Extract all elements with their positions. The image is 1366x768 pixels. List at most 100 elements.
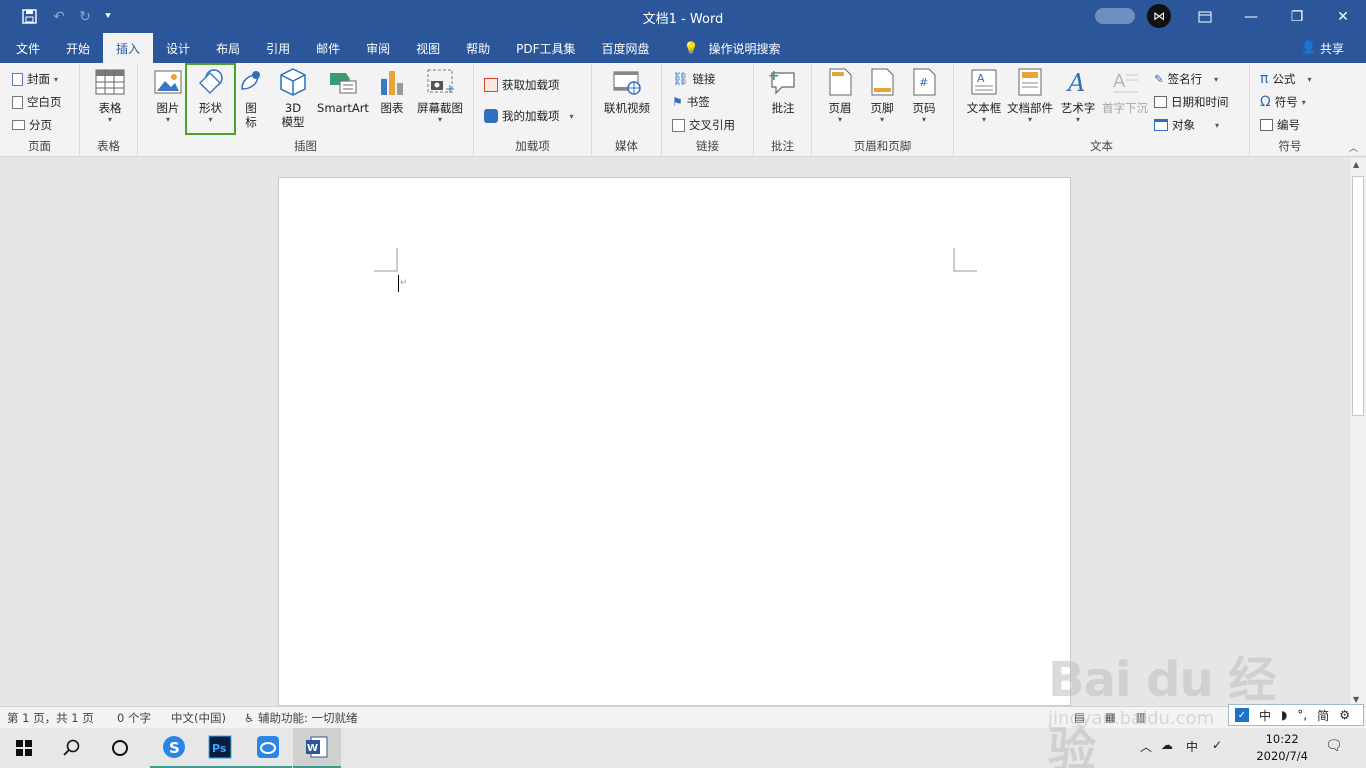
web-layout-icon[interactable]: ▥ <box>1136 710 1147 724</box>
group-illustrations: 图片 ▾ 形状 ▾ 图 标 3D 模型 SmartArt 图表 + 屏幕截图 ▾… <box>138 63 474 157</box>
windows-start-icon[interactable] <box>0 728 48 768</box>
3d-models-button[interactable]: 3D 模型 <box>277 67 309 129</box>
input-language[interactable]: 中 <box>1186 738 1198 755</box>
tab-home[interactable]: 开始 <box>53 33 103 63</box>
read-mode-icon[interactable]: ▤ <box>1074 710 1085 724</box>
collapse-ribbon-icon[interactable]: ︿ <box>1349 141 1358 154</box>
share-button[interactable]: 👤 共享 <box>1301 40 1344 57</box>
ribbon-display-icon[interactable] <box>1182 0 1228 33</box>
date-time-button[interactable]: 日期和时间 <box>1154 92 1229 112</box>
my-addins-button[interactable]: 我的加载项 ▾ <box>484 106 574 126</box>
tab-mailings[interactable]: 邮件 <box>303 33 353 63</box>
page-number-button[interactable]: # 页码 ▾ <box>908 67 940 124</box>
redo-icon[interactable]: ↻ <box>74 0 96 33</box>
tab-help[interactable]: 帮助 <box>453 33 503 63</box>
tab-baidu-netdisk[interactable]: 百度网盘 <box>589 33 663 63</box>
task-view-icon[interactable] <box>96 728 144 768</box>
search-icon[interactable] <box>48 728 96 768</box>
sogou-app-icon[interactable]: S <box>150 728 198 768</box>
tab-file[interactable]: 文件 <box>0 33 53 63</box>
group-label-links: 链接 <box>696 139 719 153</box>
quick-access-toolbar: ↶ ↻ ⯆ <box>14 0 120 33</box>
get-addins-button[interactable]: 获取加载项 <box>484 75 560 95</box>
document-workspace: ↵ ▲ ▼ <box>0 158 1366 706</box>
page-break-button[interactable]: 分页 <box>12 115 52 135</box>
wordart-button[interactable]: A 艺术字 ▾ <box>1058 67 1098 124</box>
photoshop-app-icon[interactable]: Ps <box>196 728 244 768</box>
print-layout-icon[interactable]: ▦ <box>1105 710 1116 724</box>
quick-parts-button[interactable]: 文档部件 ▾ <box>1004 67 1056 124</box>
accessibility-icon: ♿ <box>244 711 255 725</box>
footer-button[interactable]: 页脚 ▾ <box>866 67 898 124</box>
avatar[interactable]: ⋈ <box>1147 4 1171 28</box>
tab-pdf-tools[interactable]: PDF工具集 <box>503 33 588 63</box>
document-page[interactable]: ↵ <box>278 177 1071 706</box>
cover-page-button[interactable]: 封面 ▾ <box>12 69 58 89</box>
tab-references[interactable]: 引用 <box>253 33 303 63</box>
account-name[interactable] <box>1095 8 1135 24</box>
new-comment-button[interactable]: + 批注 <box>767 67 799 115</box>
close-icon[interactable]: ✕ <box>1320 0 1366 33</box>
show-hidden-icons[interactable]: ︿ <box>1140 738 1152 755</box>
tab-layout[interactable]: 布局 <box>203 33 253 63</box>
ime-mode[interactable]: 中 <box>1259 707 1271 724</box>
ime-punctuation[interactable]: °, <box>1297 708 1307 722</box>
save-icon[interactable] <box>14 0 44 33</box>
cross-reference-button[interactable]: 交叉引用 <box>672 115 735 135</box>
accessibility-checker[interactable]: ♿ 辅助功能: 一切就绪 <box>244 710 358 726</box>
ime-check-icon[interactable]: ✓ <box>1235 708 1249 722</box>
link-button[interactable]: ⛓ 链接 <box>672 69 716 89</box>
chart-button[interactable]: 图表 <box>376 67 408 115</box>
minimize-icon[interactable]: — <box>1228 0 1274 33</box>
drop-cap-button[interactable]: A 首字下沉 <box>1100 67 1150 115</box>
icons-button[interactable]: 图 标 <box>235 67 267 129</box>
tell-me-search[interactable]: 💡 操作说明搜索 <box>671 33 794 63</box>
header-button[interactable]: 页眉 ▾ <box>824 67 856 124</box>
online-video-button[interactable]: 联机视频 <box>601 67 653 115</box>
number-button[interactable]: 编号 <box>1260 115 1300 135</box>
object-button[interactable]: 对象 ▾ <box>1154 115 1219 135</box>
pen-icon[interactable]: ✓ <box>1212 738 1222 752</box>
equation-button[interactable]: π 公式 ▾ <box>1260 69 1311 89</box>
notification-icon[interactable]: 🗨 <box>1325 738 1343 754</box>
bookmark-button[interactable]: ⚑ 书签 <box>672 92 710 112</box>
text-box-button[interactable]: A 文本框 ▾ <box>964 67 1004 124</box>
tab-design[interactable]: 设计 <box>153 33 203 63</box>
comment-icon: + <box>768 68 795 95</box>
table-button[interactable]: 表格 ▾ <box>94 67 126 124</box>
group-pages: 封面 ▾ 空白页 分页 页面 <box>0 63 80 157</box>
language-indicator[interactable]: 中文(中国) <box>171 710 226 726</box>
scrollbar-thumb[interactable] <box>1352 176 1364 416</box>
word-count[interactable]: 0 个字 <box>117 710 151 726</box>
picture-button[interactable]: 图片 ▾ <box>152 67 184 124</box>
video-icon <box>613 71 641 95</box>
onedrive-icon[interactable]: ☁ <box>1161 738 1173 752</box>
cover-page-icon <box>12 72 23 86</box>
svg-text:W: W <box>307 743 318 754</box>
ime-settings-icon[interactable]: ⚙ <box>1339 708 1350 722</box>
tab-insert[interactable]: 插入 <box>103 33 154 63</box>
scroll-down-icon[interactable]: ▼ <box>1353 695 1359 704</box>
scroll-up-icon[interactable]: ▲ <box>1353 160 1359 169</box>
page-count[interactable]: 第 1 页，共 1 页 <box>7 710 94 726</box>
moon-icon[interactable]: ◗ <box>1281 708 1287 722</box>
blank-page-button[interactable]: 空白页 <box>12 92 62 112</box>
vertical-scrollbar[interactable]: ▲ ▼ <box>1349 158 1366 706</box>
group-media: 联机视频 媒体 <box>592 63 662 157</box>
word-app-icon[interactable]: W <box>293 728 341 768</box>
tab-review[interactable]: 审阅 <box>353 33 403 63</box>
symbol-button[interactable]: Ω 符号 ▾ <box>1260 92 1306 112</box>
smartart-button[interactable]: SmartArt <box>316 67 370 115</box>
signature-line-button[interactable]: ✎ 签名行 ▾ <box>1154 69 1218 89</box>
signature-icon: ✎ <box>1154 72 1164 86</box>
tab-view[interactable]: 视图 <box>403 33 453 63</box>
undo-icon[interactable]: ↶ <box>44 0 74 33</box>
customize-icon[interactable]: ⯆ <box>96 0 120 33</box>
restore-icon[interactable]: ❐ <box>1274 0 1320 33</box>
screenshot-button[interactable]: + 屏幕截图 ▾ <box>414 67 466 124</box>
title-bar: ↶ ↻ ⯆ 文档1 - Word ⋈ — ❐ ✕ <box>0 0 1366 33</box>
baidu-netdisk-app-icon[interactable] <box>244 728 292 768</box>
shapes-button[interactable]: 形状 ▾ <box>185 63 236 135</box>
system-clock[interactable]: 10:22 2020/7/4 <box>1256 731 1308 765</box>
ime-script[interactable]: 简 <box>1317 707 1329 724</box>
